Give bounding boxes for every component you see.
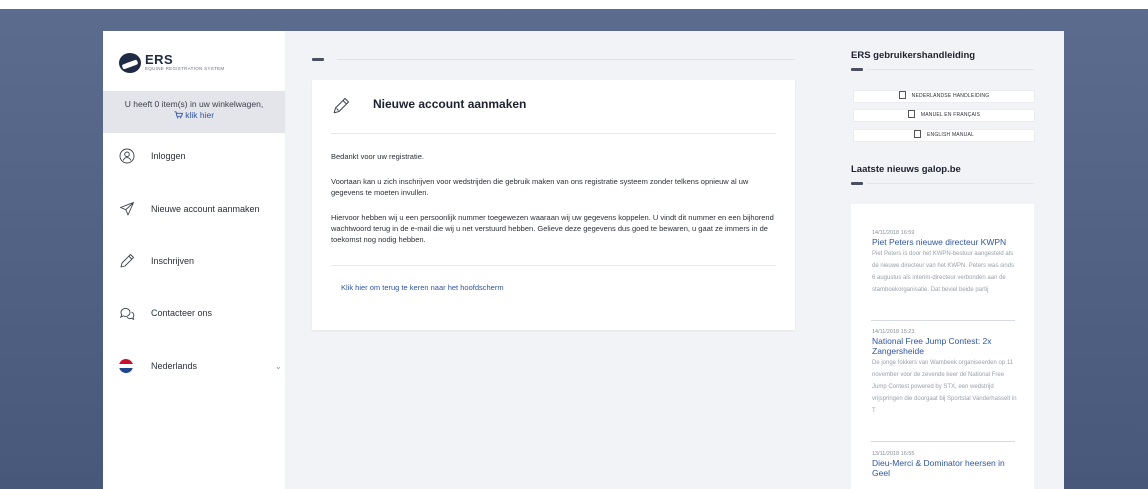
- cart-link-label: klik hier: [185, 110, 215, 120]
- sidebar-item-login[interactable]: Inloggen: [103, 136, 285, 176]
- confirmation-card: Nieuwe account aanmaken Bedankt voor uw …: [312, 80, 795, 330]
- document-icon: [898, 90, 906, 99]
- manual-section-title: ERS gebruikershandleiding: [851, 50, 976, 61]
- news-item[interactable]: 13/11/2018 16:55 Dieu-Merci & Dominator …: [872, 450, 1018, 478]
- news-section-title: Laatste nieuws galop.be: [851, 164, 961, 175]
- language-selector[interactable]: Nederlands ⌄: [103, 346, 285, 386]
- news-date: 13/11/2018 16:55: [872, 451, 915, 457]
- sidebar-item-label: Inloggen: [151, 151, 186, 161]
- document-icon: [914, 129, 921, 138]
- divider: [337, 59, 795, 60]
- horse-logo-icon: [119, 53, 141, 73]
- info-paragraph: Hiervoor hebben wij u een persoonlijk nu…: [331, 213, 774, 244]
- thank-you-text: Bedankt voor uw registratie.: [331, 152, 424, 161]
- language-label: Nederlands: [151, 361, 198, 371]
- divider: [867, 183, 1034, 184]
- section-marker: [312, 58, 324, 61]
- cart-panel: U heeft 0 item(s) in uw winkelwagen, kli…: [103, 91, 285, 133]
- sidebar-item-new-account[interactable]: Nieuwe account aanmaken: [103, 189, 285, 229]
- chat-icon: [119, 307, 135, 321]
- news-item[interactable]: 14/11/2018 15:23 National Free Jump Cont…: [872, 328, 1018, 417]
- page-title: Nieuwe account aanmaken: [373, 97, 527, 111]
- manual-button-label: NEDERLANDSE HANDLEIDING: [911, 93, 990, 99]
- news-title[interactable]: Piet Peters nieuwe directeur KWPN: [872, 237, 1018, 247]
- cart-icon: [174, 111, 184, 119]
- sidebar-item-register[interactable]: Inschrijven: [103, 241, 285, 281]
- news-excerpt: De jonge fokkers van Wambeek organiseerd…: [872, 360, 1017, 414]
- news-title[interactable]: National Free Jump Contest: 2x Zangershe…: [872, 336, 1018, 356]
- manual-en-button[interactable]: ENGLISH MANUAL: [853, 129, 1035, 142]
- browser-top-strip: [0, 0, 1148, 9]
- divider: [867, 69, 1034, 70]
- sidebar: ERS EQUINE REGISTRATION SYSTEM U heeft 0…: [103, 31, 285, 489]
- manual-button-label: MANUEL EN FRANÇAIS: [920, 112, 981, 118]
- info-paragraph: Voortaan kan u zich inschrijven voor wed…: [331, 177, 749, 197]
- divider: [331, 133, 776, 134]
- divider: [331, 265, 776, 266]
- section-marker: [851, 68, 863, 71]
- manual-button-label: ENGLISH MANUAL: [927, 132, 974, 138]
- cart-text: U heeft 0 item(s) in uw winkelwagen,: [124, 99, 264, 109]
- back-to-home-link[interactable]: Klik hier om terug te keren naar het hoo…: [341, 283, 504, 292]
- sidebar-item-contact[interactable]: Contacteer ons: [103, 293, 285, 333]
- section-marker: [851, 182, 863, 185]
- sidebar-item-label: Inschrijven: [151, 256, 195, 266]
- chevron-down-icon: ⌄: [275, 361, 282, 371]
- manual-fr-button[interactable]: MANUEL EN FRANÇAIS: [853, 109, 1035, 122]
- sidebar-item-label: Nieuwe account aanmaken: [151, 204, 260, 214]
- news-item[interactable]: 14/11/2018 16:59 Piet Peters nieuwe dire…: [872, 229, 1018, 296]
- news-panel: 14/11/2018 16:59 Piet Peters nieuwe dire…: [851, 204, 1034, 489]
- sidebar-item-label: Contacteer ons: [151, 308, 213, 318]
- pencil-icon: [333, 98, 349, 114]
- pencil-icon: [120, 254, 134, 268]
- document-icon: [907, 109, 915, 118]
- logo-subtitle: EQUINE REGISTRATION SYSTEM: [145, 66, 225, 71]
- login-icon: [119, 148, 135, 164]
- send-icon: [120, 202, 134, 216]
- app-window: ERS EQUINE REGISTRATION SYSTEM U heeft 0…: [103, 31, 1064, 489]
- news-date: 14/11/2018 16:59: [872, 230, 915, 236]
- news-title[interactable]: Dieu-Merci & Dominator heersen in Geel: [872, 458, 1018, 478]
- cart-link[interactable]: klik hier: [103, 110, 285, 121]
- ers-logo[interactable]: ERS EQUINE REGISTRATION SYSTEM: [119, 51, 224, 75]
- divider: [871, 441, 1015, 442]
- manual-nl-button[interactable]: NEDERLANDSE HANDLEIDING: [853, 90, 1035, 103]
- flag-nl-icon: [119, 359, 133, 373]
- logo-title: ERS: [145, 52, 174, 67]
- news-date: 14/11/2018 15:23: [872, 329, 915, 335]
- divider: [871, 320, 1015, 321]
- news-excerpt: Piet Peters is door het KWPN-bestuur aan…: [872, 251, 1015, 293]
